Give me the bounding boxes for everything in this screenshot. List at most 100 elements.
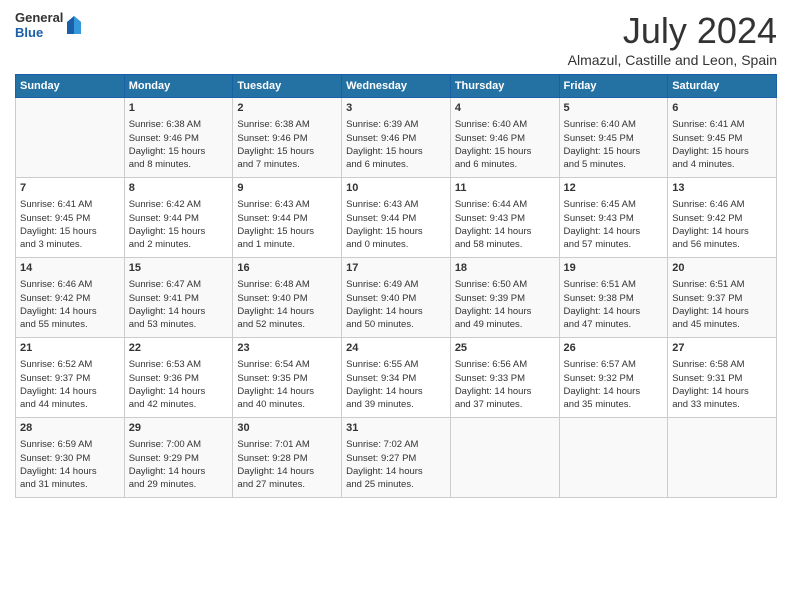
day-info: Sunrise: 6:50 AM Sunset: 9:39 PM Dayligh… — [455, 278, 555, 331]
week-row-2: 7 Sunrise: 6:41 AM Sunset: 9:45 PM Daylig… — [16, 178, 777, 258]
week-row-1: 1 Sunrise: 6:38 AM Sunset: 9:46 PM Daylig… — [16, 98, 777, 178]
day-number: 21 — [20, 341, 120, 356]
day-number: 24 — [346, 341, 446, 356]
day-number: 9 — [237, 181, 337, 196]
day-number: 19 — [564, 261, 664, 276]
day-cell: 1 Sunrise: 6:38 AM Sunset: 9:46 PM Daylig… — [124, 98, 233, 178]
day-info: Sunrise: 6:40 AM Sunset: 9:46 PM Dayligh… — [455, 118, 555, 171]
day-cell: 22Sunrise: 6:53 AM Sunset: 9:36 PM Dayli… — [124, 338, 233, 418]
day-number: 5 — [564, 101, 664, 116]
day-cell: 4 Sunrise: 6:40 AM Sunset: 9:46 PM Daylig… — [450, 98, 559, 178]
day-info: Sunrise: 6:39 AM Sunset: 9:46 PM Dayligh… — [346, 118, 446, 171]
week-row-3: 14 Sunrise: 6:46 AM Sunset: 9:42 PM Dayli… — [16, 258, 777, 338]
day-number: 28 — [20, 421, 120, 436]
day-number: 3 — [346, 101, 446, 116]
day-cell: 5 Sunrise: 6:40 AM Sunset: 9:45 PM Daylig… — [559, 98, 668, 178]
day-number: 20 — [672, 261, 772, 276]
day-cell: 16Sunrise: 6:48 AM Sunset: 9:40 PM Dayli… — [233, 258, 342, 338]
day-info: Sunrise: 6:47 AM Sunset: 9:41 PM Dayligh… — [129, 278, 229, 331]
day-cell: 6 Sunrise: 6:41 AM Sunset: 9:45 PM Daylig… — [668, 98, 777, 178]
week-row-4: 21 Sunrise: 6:52 AM Sunset: 9:37 PM Dayli… — [16, 338, 777, 418]
day-cell: 13 Sunrise: 6:46 AM Sunset: 9:42 PM Dayli… — [668, 178, 777, 258]
day-cell: 31Sunrise: 7:02 AM Sunset: 9:27 PM Dayli… — [342, 418, 451, 498]
day-info: Sunrise: 7:00 AM Sunset: 9:29 PM Dayligh… — [129, 438, 229, 491]
day-info: Sunrise: 6:44 AM Sunset: 9:43 PM Dayligh… — [455, 198, 555, 251]
day-header-friday: Friday — [559, 75, 668, 98]
day-cell: 19 Sunrise: 6:51 AM Sunset: 9:38 PM Dayli… — [559, 258, 668, 338]
day-cell: 15Sunrise: 6:47 AM Sunset: 9:41 PM Dayli… — [124, 258, 233, 338]
page: General Blue July 2024 Almazul, Castille… — [0, 0, 792, 612]
day-number: 26 — [564, 341, 664, 356]
day-cell: 20Sunrise: 6:51 AM Sunset: 9:37 PM Dayli… — [668, 258, 777, 338]
day-info: Sunrise: 6:40 AM Sunset: 9:45 PM Dayligh… — [564, 118, 664, 171]
day-info: Sunrise: 6:42 AM Sunset: 9:44 PM Dayligh… — [129, 198, 229, 251]
day-number: 16 — [237, 261, 337, 276]
header-row: SundayMondayTuesdayWednesdayThursdayFrid… — [16, 75, 777, 98]
day-header-monday: Monday — [124, 75, 233, 98]
day-number: 1 — [129, 101, 229, 116]
header: General Blue July 2024 Almazul, Castille… — [15, 10, 777, 68]
day-info: Sunrise: 6:43 AM Sunset: 9:44 PM Dayligh… — [346, 198, 446, 251]
day-cell: 8 Sunrise: 6:42 AM Sunset: 9:44 PM Daylig… — [124, 178, 233, 258]
day-info: Sunrise: 6:57 AM Sunset: 9:32 PM Dayligh… — [564, 358, 664, 411]
day-cell: 2Sunrise: 6:38 AM Sunset: 9:46 PM Daylig… — [233, 98, 342, 178]
logo-icon — [65, 14, 83, 36]
day-number: 4 — [455, 101, 555, 116]
day-number: 22 — [129, 341, 229, 356]
day-info: Sunrise: 6:46 AM Sunset: 9:42 PM Dayligh… — [672, 198, 772, 251]
day-info: Sunrise: 6:56 AM Sunset: 9:33 PM Dayligh… — [455, 358, 555, 411]
day-number: 18 — [455, 261, 555, 276]
day-info: Sunrise: 6:59 AM Sunset: 9:30 PM Dayligh… — [20, 438, 120, 491]
day-info: Sunrise: 6:58 AM Sunset: 9:31 PM Dayligh… — [672, 358, 772, 411]
day-number: 10 — [346, 181, 446, 196]
day-cell: 25 Sunrise: 6:56 AM Sunset: 9:33 PM Dayli… — [450, 338, 559, 418]
day-cell: 3 Sunrise: 6:39 AM Sunset: 9:46 PM Daylig… — [342, 98, 451, 178]
day-info: Sunrise: 6:43 AM Sunset: 9:44 PM Dayligh… — [237, 198, 337, 251]
day-info: Sunrise: 7:01 AM Sunset: 9:28 PM Dayligh… — [237, 438, 337, 491]
day-cell: 9 Sunrise: 6:43 AM Sunset: 9:44 PM Daylig… — [233, 178, 342, 258]
day-cell: 27 Sunrise: 6:58 AM Sunset: 9:31 PM Dayli… — [668, 338, 777, 418]
day-number: 6 — [672, 101, 772, 116]
week-row-5: 28 Sunrise: 6:59 AM Sunset: 9:30 PM Dayli… — [16, 418, 777, 498]
day-number: 12 — [564, 181, 664, 196]
day-cell: 26 Sunrise: 6:57 AM Sunset: 9:32 PM Dayli… — [559, 338, 668, 418]
day-number: 11 — [455, 181, 555, 196]
day-header-saturday: Saturday — [668, 75, 777, 98]
day-info: Sunrise: 6:41 AM Sunset: 9:45 PM Dayligh… — [20, 198, 120, 251]
day-header-tuesday: Tuesday — [233, 75, 342, 98]
day-info: Sunrise: 6:45 AM Sunset: 9:43 PM Dayligh… — [564, 198, 664, 251]
day-cell — [16, 98, 125, 178]
day-header-wednesday: Wednesday — [342, 75, 451, 98]
day-header-thursday: Thursday — [450, 75, 559, 98]
day-info: Sunrise: 6:46 AM Sunset: 9:42 PM Dayligh… — [20, 278, 120, 331]
day-info: Sunrise: 6:49 AM Sunset: 9:40 PM Dayligh… — [346, 278, 446, 331]
day-number: 8 — [129, 181, 229, 196]
day-cell: 18 Sunrise: 6:50 AM Sunset: 9:39 PM Dayli… — [450, 258, 559, 338]
day-number: 14 — [20, 261, 120, 276]
day-number: 7 — [20, 181, 120, 196]
day-info: Sunrise: 6:38 AM Sunset: 9:46 PM Dayligh… — [129, 118, 229, 171]
day-cell: 30 Sunrise: 7:01 AM Sunset: 9:28 PM Dayli… — [233, 418, 342, 498]
day-number: 13 — [672, 181, 772, 196]
logo: General Blue — [15, 10, 83, 40]
day-cell — [450, 418, 559, 498]
day-cell: 7 Sunrise: 6:41 AM Sunset: 9:45 PM Daylig… — [16, 178, 125, 258]
day-info: Sunrise: 6:41 AM Sunset: 9:45 PM Dayligh… — [672, 118, 772, 171]
day-number: 25 — [455, 341, 555, 356]
day-cell — [559, 418, 668, 498]
day-number: 30 — [237, 421, 337, 436]
day-cell: 28 Sunrise: 6:59 AM Sunset: 9:30 PM Dayli… — [16, 418, 125, 498]
day-cell: 29Sunrise: 7:00 AM Sunset: 9:29 PM Dayli… — [124, 418, 233, 498]
day-number: 23 — [237, 341, 337, 356]
day-cell: 10 Sunrise: 6:43 AM Sunset: 9:44 PM Dayli… — [342, 178, 451, 258]
logo-general: General — [15, 10, 63, 25]
day-cell: 23Sunrise: 6:54 AM Sunset: 9:35 PM Dayli… — [233, 338, 342, 418]
day-info: Sunrise: 7:02 AM Sunset: 9:27 PM Dayligh… — [346, 438, 446, 491]
day-number: 27 — [672, 341, 772, 356]
day-info: Sunrise: 6:51 AM Sunset: 9:38 PM Dayligh… — [564, 278, 664, 331]
day-info: Sunrise: 6:55 AM Sunset: 9:34 PM Dayligh… — [346, 358, 446, 411]
day-number: 17 — [346, 261, 446, 276]
day-cell: 14 Sunrise: 6:46 AM Sunset: 9:42 PM Dayli… — [16, 258, 125, 338]
day-info: Sunrise: 6:52 AM Sunset: 9:37 PM Dayligh… — [20, 358, 120, 411]
day-cell: 24 Sunrise: 6:55 AM Sunset: 9:34 PM Dayli… — [342, 338, 451, 418]
